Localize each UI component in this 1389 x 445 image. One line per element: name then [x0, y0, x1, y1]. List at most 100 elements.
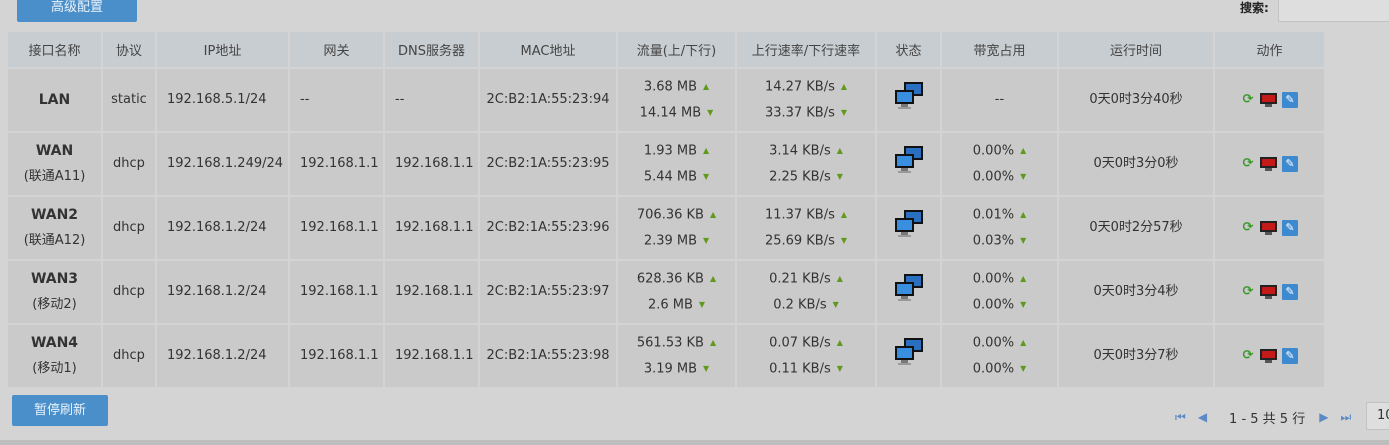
edit-icon[interactable]: ✎ [1282, 220, 1298, 236]
last-page-icon[interactable]: ⏭ [1340, 410, 1351, 425]
refresh-icon[interactable]: ⟳ [1241, 151, 1255, 177]
mac-cell: 2C:B2:1A:55:23:94 [479, 68, 618, 133]
bandwidth-value: -- [994, 92, 1005, 107]
rate-cell: 11.37 KB/s ▲ 25.69 KB/s ▼ [736, 196, 877, 261]
interface-name-cell: WAN (联通A11) [8, 132, 103, 197]
edit-icon[interactable]: ✎ [1282, 156, 1298, 172]
stop-icon[interactable] [1260, 285, 1277, 299]
traffic-up: 706.36 KB [636, 207, 704, 222]
table-row[interactable]: LAN static 192.168.5.1/24 -- -- 2C:B2:1A… [8, 68, 1326, 133]
rate-cell: 3.14 KB/s ▲ 2.25 KB/s ▼ [736, 132, 877, 197]
next-page-icon[interactable]: ▶ [1319, 410, 1328, 424]
arrow-down-icon: ▼ [703, 172, 710, 181]
search-input[interactable] [1278, 0, 1389, 22]
bottom-border [0, 440, 1389, 445]
bandwidth-down: 0.03% [972, 233, 1015, 249]
traffic-cell: 628.36 KB ▲ 2.6 MB ▼ [617, 260, 737, 325]
pause-refresh-button[interactable]: 暂停刷新 [12, 395, 108, 426]
traffic-up: 3.68 MB [643, 79, 698, 94]
refresh-icon[interactable]: ⟳ [1241, 87, 1255, 113]
refresh-icon[interactable]: ⟳ [1241, 279, 1255, 305]
search-label: 搜索: [1240, 1, 1269, 15]
network-monitor-icon [894, 82, 923, 109]
arrow-up-icon: ▲ [709, 337, 717, 347]
col-header-uptime[interactable]: 运行时间 [1058, 32, 1215, 69]
table-row[interactable]: WAN4 (移动1) dhcp 192.168.1.2/24 192.168.1… [8, 324, 1326, 389]
col-header-ip[interactable]: IP地址 [156, 32, 290, 69]
first-page-icon[interactable]: ⏮ [1175, 410, 1186, 425]
status-cell [876, 196, 942, 261]
bandwidth-down: 0.00% [972, 169, 1015, 185]
interface-name-cell: WAN4 (移动1) [8, 324, 103, 389]
col-header-rate[interactable]: 上行速率/下行速率 [736, 32, 877, 69]
rate-down: 25.69 KB/s [764, 233, 835, 249]
stop-icon[interactable] [1260, 157, 1277, 171]
stop-icon[interactable] [1260, 349, 1277, 363]
rate-up: 0.21 KB/s [769, 271, 831, 286]
interface-name: WAN4 [30, 335, 79, 351]
prev-page-icon[interactable]: ◀ [1198, 410, 1207, 424]
mac-cell: 2C:B2:1A:55:23:95 [479, 132, 618, 197]
interface-name: WAN2 [30, 207, 79, 223]
gateway-cell: 192.168.1.1 [289, 196, 385, 261]
protocol-cell: dhcp [102, 132, 157, 197]
uptime-cell: 0天0时3分0秒 [1058, 132, 1215, 197]
dns-cell: -- [384, 68, 480, 133]
col-header-protocol[interactable]: 协议 [102, 32, 157, 69]
traffic-down: 5.44 MB [643, 169, 698, 185]
arrow-down-icon: ▼ [703, 236, 710, 245]
status-cell [876, 260, 942, 325]
table-row[interactable]: WAN (联通A11) dhcp 192.168.1.249/24 192.16… [8, 132, 1326, 197]
edit-icon[interactable]: ✎ [1282, 284, 1298, 300]
traffic-cell: 1.93 MB ▲ 5.44 MB ▼ [617, 132, 737, 197]
col-header-mac[interactable]: MAC地址 [479, 32, 618, 69]
arrow-down-icon: ▼ [1020, 364, 1027, 373]
protocol-cell: dhcp [102, 324, 157, 389]
gateway-cell: 192.168.1.1 [289, 260, 385, 325]
col-header-status[interactable]: 状态 [876, 32, 942, 69]
arrow-up-icon: ▲ [840, 209, 848, 219]
col-header-name[interactable]: 接口名称 [8, 32, 103, 69]
traffic-down: 2.39 MB [643, 233, 698, 249]
arrow-up-icon: ▲ [1020, 273, 1027, 283]
rate-up: 11.37 KB/s [764, 207, 835, 222]
interface-name: WAN3 [30, 271, 79, 287]
edit-icon[interactable]: ✎ [1282, 92, 1298, 108]
traffic-up: 628.36 KB [636, 271, 704, 286]
protocol-cell: static [102, 68, 157, 133]
network-monitor-icon [894, 274, 923, 301]
bandwidth-cell: 0.01% ▲ 0.03% ▼ [941, 196, 1059, 261]
refresh-icon[interactable]: ⟳ [1241, 215, 1255, 241]
arrow-up-icon: ▲ [703, 81, 710, 91]
bandwidth-cell: 0.00% ▲ 0.00% ▼ [941, 132, 1059, 197]
bandwidth-up: 0.00% [972, 143, 1015, 158]
actions-cell: ⟳ ✎ [1214, 260, 1326, 325]
edit-icon[interactable]: ✎ [1282, 348, 1298, 364]
col-header-actions[interactable]: 动作 [1214, 32, 1326, 69]
arrow-down-icon: ▼ [1020, 236, 1027, 245]
col-header-traffic[interactable]: 流量(上/下行) [617, 32, 737, 69]
actions-cell: ⟳ ✎ [1214, 196, 1326, 261]
col-header-bandwidth[interactable]: 带宽占用 [941, 32, 1059, 69]
table-row[interactable]: WAN3 (移动2) dhcp 192.168.1.2/24 192.168.1… [8, 260, 1326, 325]
arrow-down-icon: ▼ [832, 300, 839, 309]
status-cell [876, 324, 942, 389]
bandwidth-up: 0.00% [972, 335, 1015, 350]
stop-icon[interactable] [1260, 221, 1277, 235]
refresh-icon[interactable]: ⟳ [1241, 343, 1255, 369]
stop-icon[interactable] [1260, 93, 1277, 107]
interface-isp: (移动2) [32, 297, 77, 312]
advanced-config-button[interactable]: 高级配置 [17, 0, 137, 22]
uptime-cell: 0天0时3分4秒 [1058, 260, 1215, 325]
page-size-select[interactable]: 10 [1366, 402, 1389, 430]
col-header-gateway[interactable]: 网关 [289, 32, 385, 69]
col-header-dns[interactable]: DNS服务器 [384, 32, 480, 69]
arrow-up-icon: ▲ [703, 145, 710, 155]
arrow-up-icon: ▲ [836, 145, 843, 155]
traffic-down: 3.19 MB [643, 361, 698, 377]
arrow-up-icon: ▲ [836, 337, 843, 347]
table-header: 接口名称 协议 IP地址 网关 DNS服务器 MAC地址 流量(上/下行) 上行… [8, 32, 1326, 69]
gateway-cell: 192.168.1.1 [289, 324, 385, 389]
arrow-down-icon: ▼ [840, 108, 848, 117]
table-row[interactable]: WAN2 (联通A12) dhcp 192.168.1.2/24 192.168… [8, 196, 1326, 261]
